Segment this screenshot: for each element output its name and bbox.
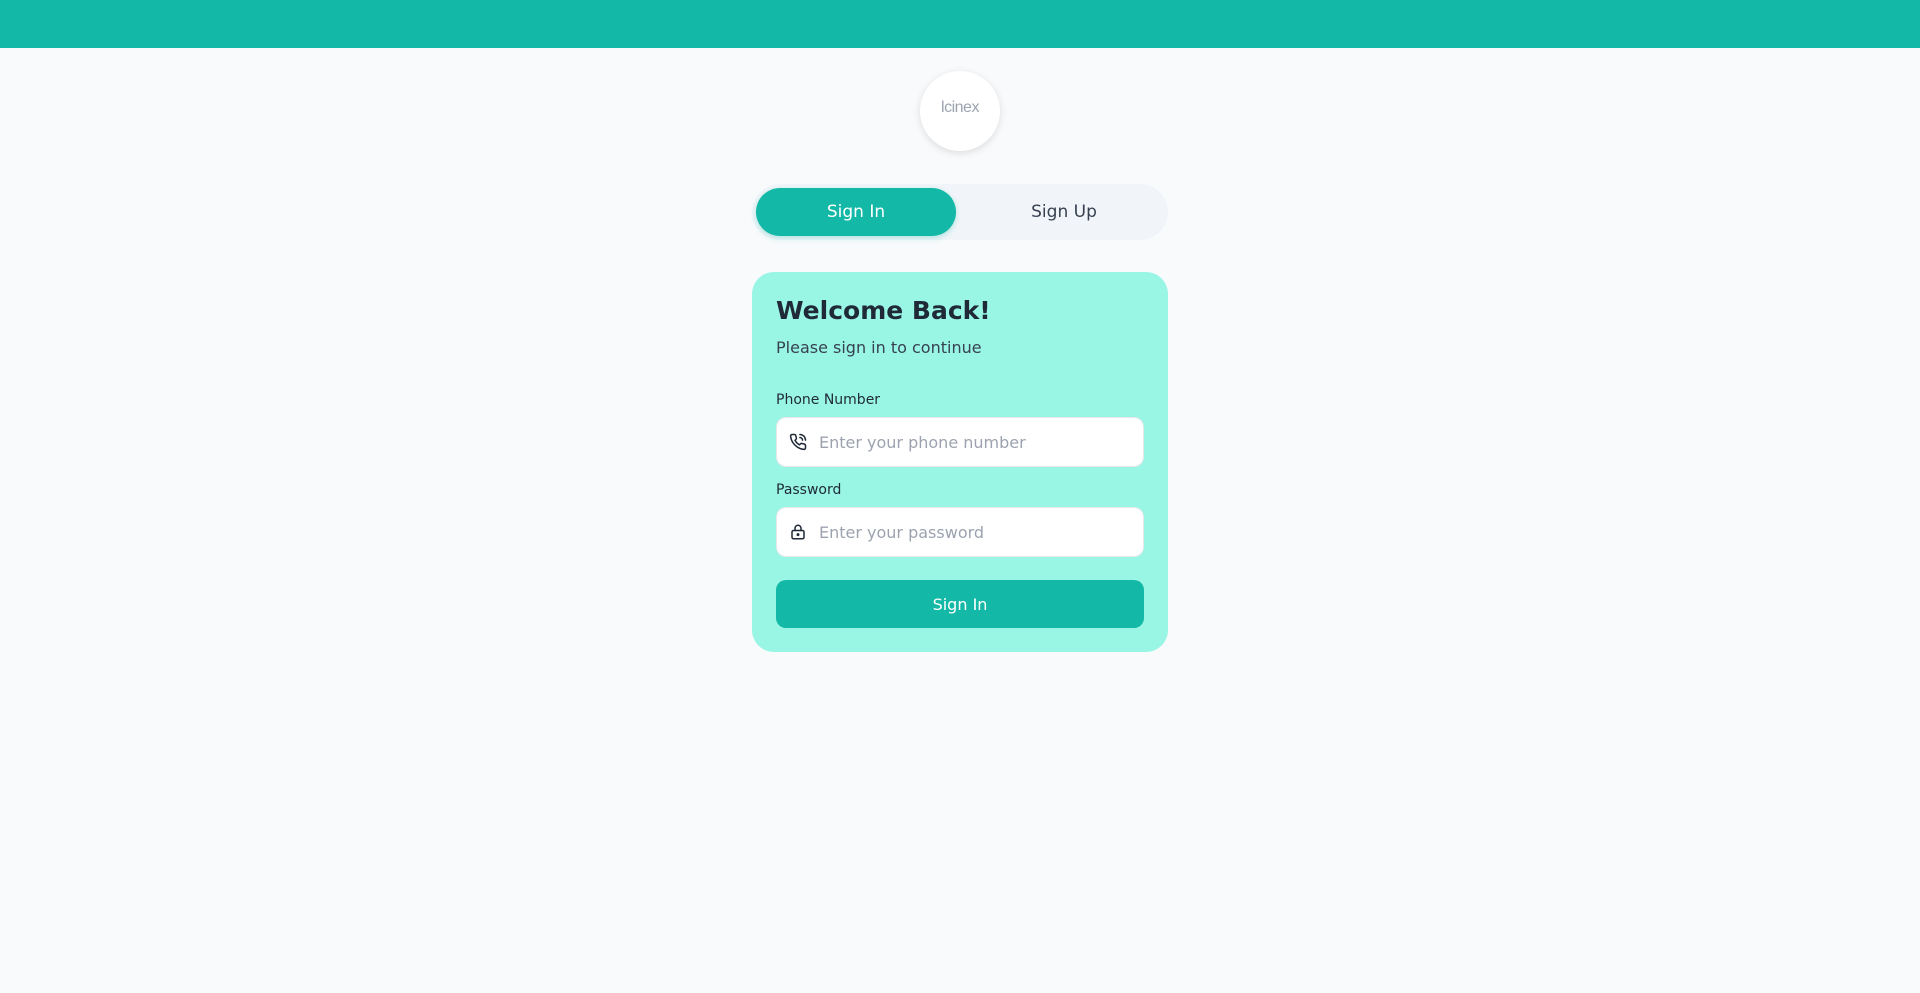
password-label: Password (776, 482, 842, 498)
auth-tabs: Sign In Sign Up (752, 184, 1168, 240)
card-title: Welcome Back! (776, 296, 991, 325)
phone-input[interactable] (819, 418, 1139, 466)
logo: lcinex (920, 71, 1000, 151)
phone-label: Phone Number (776, 392, 881, 408)
logo-text: lcinex (941, 99, 979, 116)
password-field[interactable] (776, 507, 1144, 557)
password-input[interactable] (819, 508, 1139, 556)
card-subtitle: Please sign in to continue (776, 338, 982, 357)
tab-sign-up[interactable]: Sign Up (964, 188, 1164, 236)
lock-icon (789, 523, 807, 541)
sign-in-card: Welcome Back! Please sign in to continue… (752, 272, 1168, 652)
phone-field[interactable] (776, 417, 1144, 467)
phone-icon (789, 433, 807, 451)
tab-sign-in[interactable]: Sign In (756, 188, 956, 236)
top-bar (0, 0, 1920, 48)
sign-in-button[interactable]: Sign In (776, 580, 1144, 628)
